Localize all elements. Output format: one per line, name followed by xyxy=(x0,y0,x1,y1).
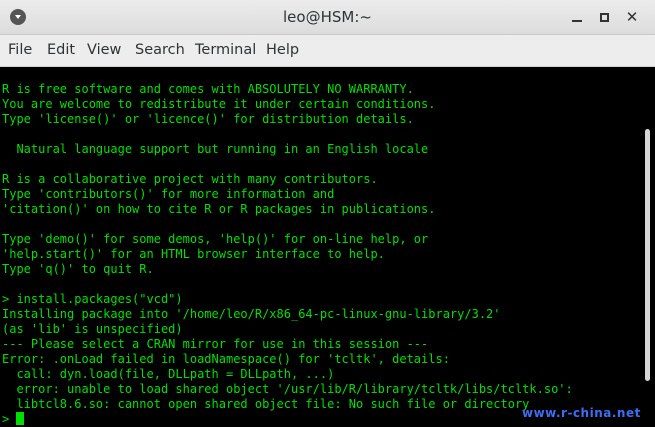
terminal-line: Type 'contributors()' for more informati… xyxy=(2,187,335,201)
terminal-output[interactable]: R is free software and comes with ABSOLU… xyxy=(0,67,640,427)
terminal-line: libtcl8.6.so: cannot open shared object … xyxy=(2,397,530,411)
text-cursor xyxy=(16,412,24,425)
close-icon: ✕ xyxy=(625,8,639,26)
terminal-line: R is a collaborative project with many c… xyxy=(2,172,378,186)
menu-search[interactable]: Search xyxy=(135,42,185,58)
terminal-line: 'help.start()' for an HTML browser inter… xyxy=(2,247,385,261)
menu-terminal[interactable]: Terminal xyxy=(195,42,256,58)
close-button[interactable]: ✕ xyxy=(624,9,640,25)
title-bar[interactable]: leo@HSM:~ ✕ xyxy=(0,0,655,35)
terminal-line: Error: .onLoad failed in loadNamespace()… xyxy=(2,352,450,366)
terminal-line: R is free software and comes with ABSOLU… xyxy=(2,82,414,96)
minimize-icon xyxy=(572,20,582,22)
terminal-line: 'citation()' on how to cite R or R packa… xyxy=(2,202,436,216)
maximize-icon xyxy=(599,12,609,22)
terminal-window: leo@HSM:~ ✕ File Edit View Search Termin… xyxy=(0,0,655,427)
terminal-line: --- Please select a CRAN mirror for use … xyxy=(2,337,429,351)
menu-help[interactable]: Help xyxy=(266,42,299,58)
scrollbar[interactable] xyxy=(640,67,655,427)
watermark: www.r-china.net xyxy=(522,406,641,420)
terminal-line: Natural language support but running in … xyxy=(2,142,429,156)
maximize-button[interactable] xyxy=(596,9,612,25)
terminal-line: error: unable to load shared object '/us… xyxy=(2,382,573,396)
terminal-prompt: > xyxy=(2,412,10,426)
terminal-line: Installing package into '/home/leo/R/x86… xyxy=(2,307,501,321)
terminal-line: Type 'demo()' for some demos, 'help()' f… xyxy=(2,232,429,246)
menu-edit[interactable]: Edit xyxy=(47,42,75,58)
terminal-line: (as 'lib' is unspecified) xyxy=(2,322,183,336)
scrollbar-thumb[interactable] xyxy=(645,129,650,381)
terminal-line: Type 'license()' or 'licence()' for dist… xyxy=(2,112,414,126)
terminal-line: You are welcome to redistribute it under… xyxy=(2,97,436,111)
menu-view[interactable]: View xyxy=(87,42,121,58)
terminal-line: > install.packages("vcd") xyxy=(2,292,183,306)
menu-bar: File Edit View Search Terminal Help xyxy=(0,35,655,67)
menu-file[interactable]: File xyxy=(8,42,32,58)
terminal-line: call: dyn.load(file, DLLpath = DLLpath, … xyxy=(2,367,335,381)
terminal-line: Type 'q()' to quit R. xyxy=(2,262,154,276)
window-title: leo@HSM:~ xyxy=(283,8,372,26)
minimize-button[interactable] xyxy=(569,9,585,25)
